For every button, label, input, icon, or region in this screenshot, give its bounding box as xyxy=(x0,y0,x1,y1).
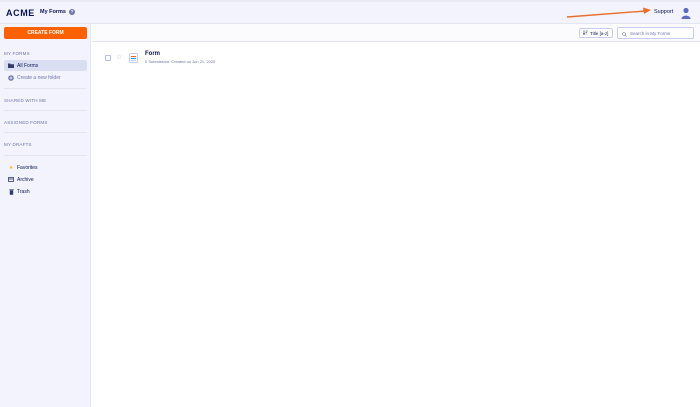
sidebar-item-all-forms[interactable]: All Forms xyxy=(4,60,87,71)
support-link[interactable]: Support xyxy=(654,9,673,15)
page-title-label: My Forms xyxy=(40,9,66,15)
user-avatar-icon[interactable] xyxy=(681,7,691,19)
archive-icon xyxy=(8,177,14,183)
sidebar-item-label: All Forms xyxy=(17,62,39,69)
my-forms-section-label: MY FORMS xyxy=(4,51,30,56)
form-document-icon xyxy=(129,53,138,63)
sidebar-divider xyxy=(4,132,87,133)
form-title[interactable]: Form xyxy=(145,51,160,57)
logo[interactable]: ACME xyxy=(6,8,35,18)
sort-label: Title [a-z] xyxy=(590,30,609,36)
form-select-checkbox[interactable] xyxy=(105,55,111,61)
sidebar-item-label: Archive xyxy=(17,176,34,183)
search-icon xyxy=(622,24,627,42)
page-title: My Forms ? xyxy=(40,9,75,15)
sidebar-item-archive[interactable]: Archive xyxy=(4,174,87,185)
annotation-arrow-icon xyxy=(566,7,651,18)
assigned-forms-label[interactable]: ASSIGNED FORMS xyxy=(4,120,48,125)
sort-button[interactable]: Title [a-z] xyxy=(579,28,613,38)
top-divider xyxy=(0,0,700,2)
search-input[interactable] xyxy=(630,30,692,36)
sidebar-item-favorites[interactable]: ★ Favorites xyxy=(4,162,87,173)
top-bar: ACME My Forms ? Support xyxy=(0,0,700,24)
sidebar-item-create-folder[interactable]: Create a new folder xyxy=(4,72,87,83)
sidebar-item-label: Create a new folder xyxy=(17,74,61,81)
shared-with-me-label[interactable]: SHARED WITH ME xyxy=(4,98,46,103)
search-box[interactable] xyxy=(617,27,694,39)
trash-icon xyxy=(8,188,14,195)
sidebar-divider xyxy=(4,110,87,111)
sort-icon xyxy=(582,30,588,36)
sidebar: CREATE FORM MY FORMS All Forms Create a … xyxy=(0,24,91,407)
sidebar-item-label: Trash xyxy=(17,188,30,195)
question-circle-icon[interactable]: ? xyxy=(68,9,75,15)
star-icon: ★ xyxy=(8,164,14,171)
sidebar-divider xyxy=(4,155,87,156)
sidebar-item-label: Favorites xyxy=(17,164,38,171)
plus-circle-icon xyxy=(8,74,14,81)
sidebar-divider xyxy=(4,88,87,89)
form-list-item[interactable]: ☆ Form 0 Submission. Created on Jun 21, … xyxy=(100,50,690,66)
sidebar-item-trash[interactable]: Trash xyxy=(4,186,87,197)
my-drafts-label[interactable]: MY DRAFTS xyxy=(4,142,32,147)
create-form-button[interactable]: CREATE FORM xyxy=(4,27,87,39)
favorite-star-icon[interactable]: ☆ xyxy=(116,53,122,61)
folder-icon xyxy=(8,63,14,69)
form-meta: 0 Submission. Created on Jun 21, 2020 xyxy=(145,59,216,64)
